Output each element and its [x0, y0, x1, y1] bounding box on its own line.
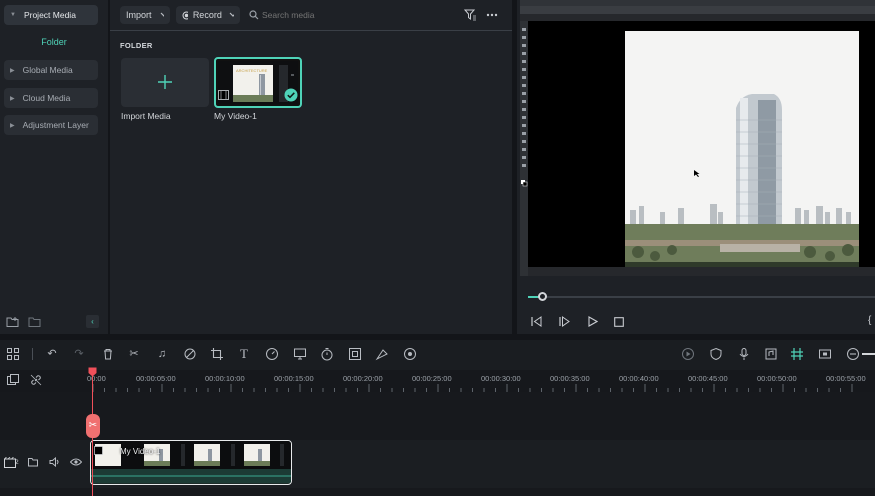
track-number: 2: [15, 459, 19, 466]
ruler-ticks: [92, 384, 853, 392]
filter-icon[interactable]: [464, 9, 477, 21]
ruler-tick-label: 00:00:10:00: [205, 374, 245, 383]
pip-icon[interactable]: [818, 347, 832, 361]
speaker-icon[interactable]: [49, 457, 60, 467]
undo-icon[interactable]: ↶: [45, 347, 59, 361]
record-icon: [182, 11, 188, 19]
svg-text:ARCHITECTURE: ARCHITECTURE: [236, 68, 268, 73]
ruler-tick-label: 00:00:20:00: [343, 374, 383, 383]
import-button[interactable]: Import: [120, 6, 170, 24]
prev-frame-icon[interactable]: [531, 316, 542, 327]
video-caption: My Video-1: [214, 111, 257, 121]
record-label: Record: [192, 10, 222, 20]
sidebar-item-label: Global Media: [22, 65, 73, 75]
sidebar-item-global-media[interactable]: ▶ Global Media: [4, 60, 98, 80]
project-media-item[interactable]: ▼ Project Media: [4, 5, 98, 25]
zoom-slider[interactable]: [862, 353, 875, 355]
scissors-icon[interactable]: ✂: [86, 414, 100, 438]
import-media-tile[interactable]: [121, 58, 209, 107]
folder-lock-icon[interactable]: [28, 457, 38, 467]
clip-type-icon: [94, 446, 103, 455]
fit-frame-icon[interactable]: [348, 347, 362, 361]
left-panel: ▼ Project Media Folder ▶ Global Media ▶ …: [0, 0, 108, 334]
chevron-down-icon: [160, 12, 164, 17]
preview-frame: [520, 0, 875, 276]
color-icon[interactable]: [375, 347, 389, 361]
chevron-right-icon: ▶: [10, 122, 15, 129]
record-button[interactable]: Record: [176, 6, 240, 24]
preview-screen[interactable]: [520, 0, 875, 276]
chevron-right-icon: ▶: [10, 67, 15, 74]
preview-scrubber[interactable]: [538, 292, 547, 301]
ruler-tick-label: 00:00:05:00: [136, 374, 176, 383]
play-from-start-icon[interactable]: [559, 316, 570, 327]
link-icon[interactable]: [30, 374, 42, 386]
timer-icon[interactable]: [320, 347, 334, 361]
voiceover-icon[interactable]: [764, 347, 778, 361]
ruler-tick-label: 00:00:25:00: [412, 374, 452, 383]
speed-icon[interactable]: [265, 347, 279, 361]
ruler-tick-label: 00:00:35:00: [550, 374, 590, 383]
clip-title: My Video-1: [120, 447, 161, 456]
collapse-panel-button[interactable]: ‹: [86, 315, 99, 328]
audio-icon[interactable]: ♫: [155, 347, 169, 361]
layout-grid-icon[interactable]: [6, 347, 20, 361]
folder-heading: FOLDER: [120, 41, 153, 50]
folder-icon[interactable]: [28, 316, 41, 327]
video-type-icon: [218, 90, 229, 100]
sidebar-item-label: Cloud Media: [22, 93, 71, 103]
ruler-tick-label: 00:00:50:00: [757, 374, 797, 383]
sidebar-item-label: Adjustment Layer: [22, 120, 89, 130]
chevron-down-icon: [229, 12, 234, 17]
chevron-down-icon: ▼: [10, 12, 16, 18]
microphone-icon[interactable]: [737, 347, 751, 361]
shield-icon[interactable]: [709, 347, 723, 361]
video-clip[interactable]: My Video-1: [90, 440, 292, 485]
text-icon[interactable]: T: [237, 347, 251, 361]
video-tile[interactable]: ARCHITECTURE: [214, 57, 302, 108]
checkmark-icon: [284, 88, 298, 102]
search-input[interactable]: [262, 7, 412, 23]
toolbar-divider: [32, 348, 33, 360]
render-icon[interactable]: [681, 347, 695, 361]
playhead-handle[interactable]: [88, 367, 97, 377]
import-label: Import: [126, 10, 152, 20]
ai-tools-icon[interactable]: [403, 347, 417, 361]
fullscreen-icon[interactable]: {: [868, 315, 871, 326]
crop-icon[interactable]: [210, 347, 224, 361]
search-icon: [249, 10, 259, 20]
project-media-label: Project Media: [23, 10, 76, 20]
snap-icon[interactable]: [790, 347, 804, 361]
new-folder-icon[interactable]: [6, 316, 19, 327]
preview-progress-track[interactable]: [528, 296, 875, 298]
play-icon[interactable]: [587, 316, 598, 327]
plus-icon: [158, 75, 172, 89]
media-panel: Import Record FOLDER Import Media ARCHIT…: [110, 0, 512, 334]
ruler-tick-label: 00:00:30:00: [481, 374, 521, 383]
ruler-tick-label: 00:00:45:00: [688, 374, 728, 383]
zoom-out-icon[interactable]: [846, 347, 860, 361]
split-icon[interactable]: ✂: [127, 347, 141, 361]
redo-icon[interactable]: ↷: [72, 347, 86, 361]
ruler-tick-label: 00:00:15:00: [274, 374, 314, 383]
divider: [110, 30, 512, 31]
folder-item[interactable]: Folder: [0, 37, 108, 47]
stop-icon[interactable]: [614, 317, 624, 327]
mask-icon[interactable]: [183, 347, 197, 361]
chevron-right-icon: ▶: [10, 95, 15, 102]
sidebar-item-adjustment-layer[interactable]: ▶ Adjustment Layer: [4, 115, 98, 135]
eye-icon[interactable]: [70, 458, 82, 466]
ruler-tick-label: 00:00:55:00: [826, 374, 866, 383]
import-media-caption: Import Media: [121, 111, 171, 121]
ruler-tick-label: 00:00:40:00: [619, 374, 659, 383]
sidebar-item-cloud-media[interactable]: ▶ Cloud Media: [4, 88, 98, 108]
monitor-icon[interactable]: [293, 347, 307, 361]
delete-icon[interactable]: [101, 347, 115, 361]
add-track-icon[interactable]: [7, 374, 19, 386]
more-icon[interactable]: [486, 13, 498, 17]
